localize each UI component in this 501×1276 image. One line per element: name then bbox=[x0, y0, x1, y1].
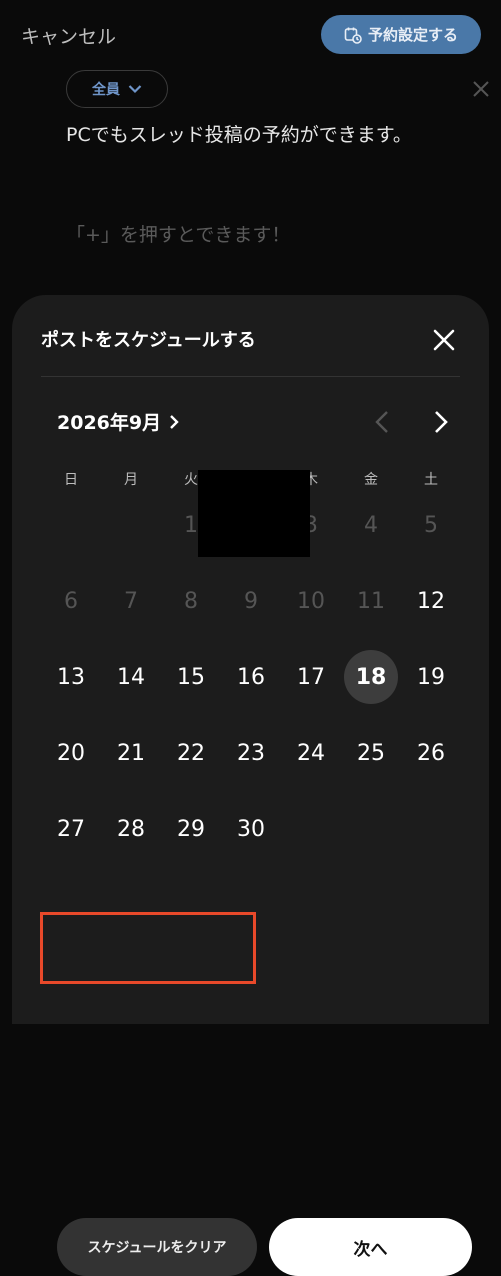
close-icon[interactable] bbox=[472, 80, 490, 98]
clear-schedule-button[interactable]: スケジュールをクリア bbox=[57, 1218, 257, 1276]
sheet-title: ポストをスケジュールする bbox=[41, 330, 256, 351]
chevron-right-icon[interactable] bbox=[433, 410, 449, 434]
calendar-day[interactable]: 24 bbox=[284, 726, 338, 780]
calendar-day: 6 bbox=[64, 588, 78, 614]
chevron-left-icon[interactable] bbox=[374, 410, 390, 434]
calendar-day: 5 bbox=[424, 512, 438, 538]
calendar-day[interactable]: 30 bbox=[224, 802, 278, 856]
calendar-day[interactable]: 22 bbox=[164, 726, 218, 780]
calendar-day[interactable]: 16 bbox=[224, 650, 278, 704]
top-bar: キャンセル 予約設定する bbox=[0, 0, 501, 70]
schedule-post-label: 予約設定する bbox=[367, 26, 458, 44]
calendar-day[interactable]: 15 bbox=[164, 650, 218, 704]
chevron-right-icon bbox=[170, 414, 179, 429]
calendar-day[interactable]: 28 bbox=[104, 802, 158, 856]
next-button[interactable]: 次へ bbox=[269, 1218, 472, 1276]
divider bbox=[41, 376, 460, 377]
audience-label: 全員 bbox=[92, 82, 120, 98]
calendar-day: 10 bbox=[297, 588, 325, 614]
post-text[interactable]: PCでもスレッド投稿の予約ができます。 bbox=[66, 122, 466, 149]
calendar-day[interactable]: 21 bbox=[104, 726, 158, 780]
calendar-day-selected[interactable]: 18 bbox=[344, 650, 398, 704]
weekday-header: 金 bbox=[364, 472, 378, 488]
calendar-day: 8 bbox=[184, 588, 198, 614]
calendar-day[interactable]: 14 bbox=[104, 650, 158, 704]
calendar-day[interactable]: 23 bbox=[224, 726, 278, 780]
calendar-day[interactable]: 27 bbox=[44, 802, 98, 856]
calendar-day[interactable]: 26 bbox=[404, 726, 458, 780]
month-label: 2026年9月 bbox=[57, 412, 162, 434]
weekday-header: 土 bbox=[424, 472, 438, 488]
schedule-sheet: ポストをスケジュールする 2026年9月 日 月 火 水 木 金 土 12345… bbox=[12, 295, 489, 1276]
calendar-day: 9 bbox=[244, 588, 258, 614]
audience-selector[interactable]: 全員 bbox=[66, 70, 168, 108]
schedule-post-button[interactable]: 予約設定する bbox=[321, 15, 481, 54]
calendar-day[interactable]: 12 bbox=[404, 574, 458, 628]
weekday-header: 月 bbox=[124, 472, 138, 488]
hint-text[interactable]: 「+」を押すとできます！ bbox=[66, 220, 290, 247]
calendar-day[interactable]: 25 bbox=[344, 726, 398, 780]
close-icon[interactable] bbox=[432, 328, 456, 352]
calendar-clock-icon bbox=[344, 27, 362, 44]
calendar-day: 11 bbox=[357, 588, 385, 614]
cancel-button[interactable]: キャンセル bbox=[21, 22, 116, 49]
calendar-day: 4 bbox=[364, 512, 378, 538]
calendar-day[interactable]: 29 bbox=[164, 802, 218, 856]
calendar-day[interactable]: 17 bbox=[284, 650, 338, 704]
chevron-down-icon bbox=[128, 85, 142, 94]
calendar-day[interactable]: 13 bbox=[44, 650, 98, 704]
calendar-day[interactable]: 20 bbox=[44, 726, 98, 780]
weekday-header: 日 bbox=[64, 472, 78, 488]
calendar-day[interactable]: 19 bbox=[404, 650, 458, 704]
month-selector[interactable]: 2026年9月 bbox=[57, 408, 179, 435]
calendar-day: 7 bbox=[124, 588, 138, 614]
redaction-box bbox=[198, 470, 310, 557]
